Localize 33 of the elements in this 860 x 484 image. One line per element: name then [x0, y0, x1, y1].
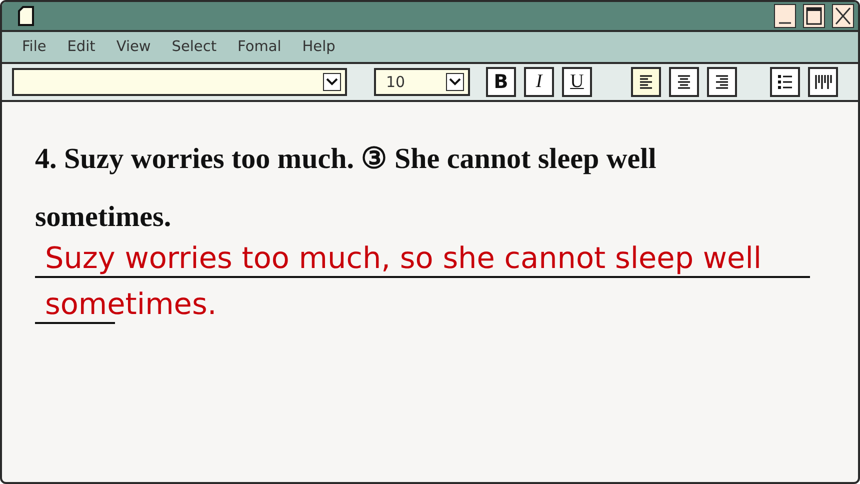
underline-button[interactable]: U	[562, 67, 592, 97]
bullet-list-icon	[775, 72, 795, 92]
menu-item[interactable]: Edit	[67, 39, 96, 55]
close-icon	[835, 7, 851, 25]
question-text: 4. Suzy worries too much. ③ She cannot sleep well sometimes.	[35, 142, 658, 235]
answer-text: Suzy worries too much, so she cannot sleep well	[44, 242, 762, 274]
align-right-button[interactable]	[707, 67, 737, 97]
dropdown-button[interactable]	[446, 73, 464, 91]
chevron-down-icon	[326, 78, 338, 86]
menu-item[interactable]: Select	[172, 39, 217, 55]
font-size-value: 10	[386, 73, 406, 91]
align-left-button[interactable]	[631, 67, 661, 97]
maximize-button[interactable]	[803, 4, 825, 28]
font-field[interactable]	[12, 68, 347, 96]
menu-item[interactable]: Fomal	[238, 39, 282, 55]
close-button[interactable]	[832, 4, 854, 28]
menu-item[interactable]: View	[116, 39, 151, 55]
answer-text: sometimes.	[44, 288, 217, 320]
columns-icon	[813, 72, 833, 92]
bold-button[interactable]: B	[486, 67, 516, 97]
menu-item[interactable]: File	[22, 39, 46, 55]
chevron-down-icon	[449, 78, 461, 86]
document-icon	[18, 6, 34, 26]
minimize-button[interactable]	[774, 4, 796, 28]
italic-button[interactable]: I	[524, 67, 554, 97]
font-size-field[interactable]: 10	[374, 68, 470, 96]
minimize-icon	[778, 22, 792, 24]
columns-button[interactable]	[808, 67, 838, 97]
dropdown-button[interactable]	[323, 73, 341, 91]
bullet-list-button[interactable]	[770, 67, 800, 97]
align-center-button[interactable]	[669, 67, 699, 97]
menu-item[interactable]: Help	[302, 39, 336, 55]
maximize-icon	[806, 7, 822, 25]
